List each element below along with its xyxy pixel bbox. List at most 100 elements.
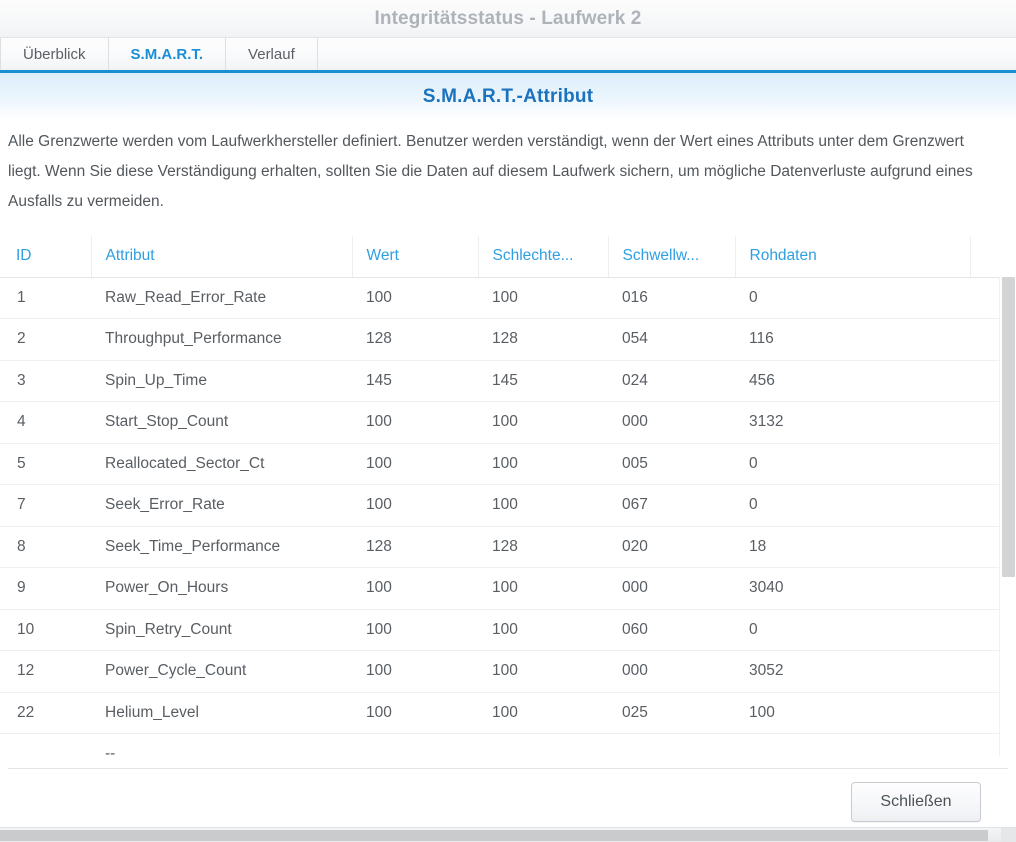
cell-id: 2 bbox=[0, 318, 91, 361]
smart-attribute-table: ID Attribut Wert Schlechte... Schwellw..… bbox=[0, 236, 1016, 756]
table-row[interactable]: 4 Start_Stop_Count 100 100 000 3132 bbox=[0, 401, 1016, 444]
table-row[interactable]: 7 Seek_Error_Rate 100 100 067 0 bbox=[0, 484, 1016, 527]
tab-bar-filler bbox=[318, 38, 1016, 70]
tab-uberblick-label: Überblick bbox=[23, 45, 86, 63]
tab-bar: Überblick S.M.A.R.T. Verlauf bbox=[0, 37, 1016, 70]
cell-schwellwert: 024 bbox=[608, 360, 735, 402]
cell-schwellwert: 060 bbox=[608, 609, 735, 651]
cell-schwellwert: 000 bbox=[608, 567, 735, 610]
cell-schwellwert: 067 bbox=[608, 484, 735, 527]
cell-schlechtester: 100 bbox=[478, 567, 608, 610]
cell-rohdaten: 0 bbox=[735, 443, 970, 485]
cell-wert: 100 bbox=[352, 609, 478, 651]
section-heading-band: S.M.A.R.T.-Attribut bbox=[0, 73, 1016, 121]
table-row[interactable]: 5 Reallocated_Sector_Ct 100 100 005 0 bbox=[0, 443, 1016, 485]
table-row[interactable]: 10 Spin_Retry_Count 100 100 060 0 bbox=[0, 609, 1016, 651]
cell-attribut: Spin_Retry_Count bbox=[91, 609, 352, 651]
cell-schwellwert: 025 bbox=[608, 692, 735, 734]
cell-schwellwert: 000 bbox=[608, 650, 735, 693]
column-header-wert[interactable]: Wert bbox=[352, 236, 479, 278]
page-horizontal-scrollbar-thumb[interactable] bbox=[0, 830, 988, 841]
cell-schwellwert: 054 bbox=[608, 318, 735, 361]
cell-rohdaten: 18 bbox=[735, 526, 970, 568]
cell-wert: 100 bbox=[352, 277, 478, 319]
table-row[interactable]: 12 Power_Cycle_Count 100 100 000 3052 bbox=[0, 650, 1016, 693]
table-row[interactable]: 1 Raw_Read_Error_Rate 100 100 016 0 bbox=[0, 277, 1016, 319]
cell-wert: 128 bbox=[352, 318, 478, 361]
cell-schlechtester bbox=[478, 733, 608, 756]
cell-schwellwert bbox=[608, 733, 735, 756]
cell-rohdaten: 0 bbox=[735, 277, 970, 319]
cell-id bbox=[0, 733, 91, 756]
cell-schlechtester: 100 bbox=[478, 609, 608, 651]
window-titlebar: Integritätsstatus - Laufwerk 2 bbox=[0, 0, 1016, 37]
cell-rohdaten: 0 bbox=[735, 484, 970, 527]
cell-attribut: Start_Stop_Count bbox=[91, 401, 352, 444]
cell-attribut: Reallocated_Sector_Ct bbox=[91, 443, 352, 485]
cell-schwellwert: 000 bbox=[608, 401, 735, 444]
cell-wert: 100 bbox=[352, 401, 478, 444]
cell-schlechtester: 145 bbox=[478, 360, 608, 402]
table-row[interactable]: 9 Power_On_Hours 100 100 000 3040 bbox=[0, 567, 1016, 610]
cell-wert: 128 bbox=[352, 526, 478, 568]
cell-id: 3 bbox=[0, 360, 91, 402]
table-scrollbar-thumb[interactable] bbox=[1002, 277, 1015, 577]
table-row[interactable]: 2 Throughput_Performance 128 128 054 116 bbox=[0, 318, 1016, 361]
cell-schlechtester: 100 bbox=[478, 692, 608, 734]
cell-rohdaten bbox=[735, 733, 970, 756]
cell-schwellwert: 016 bbox=[608, 277, 735, 319]
cell-rohdaten: 116 bbox=[735, 318, 970, 361]
cell-rohdaten: 0 bbox=[735, 609, 970, 651]
column-header-schwellwert[interactable]: Schwellw... bbox=[608, 236, 736, 278]
scrollbar-corner bbox=[1001, 828, 1016, 842]
column-header-attribut[interactable]: Attribut bbox=[91, 236, 353, 278]
tab-smart[interactable]: S.M.A.R.T. bbox=[109, 38, 227, 70]
column-header-spacer[interactable] bbox=[970, 236, 1016, 278]
cell-attribut: Seek_Time_Performance bbox=[91, 526, 352, 568]
cell-wert: 100 bbox=[352, 484, 478, 527]
cell-schlechtester: 128 bbox=[478, 526, 608, 568]
page-horizontal-scrollbar[interactable] bbox=[0, 827, 1016, 842]
cell-schwellwert: 005 bbox=[608, 443, 735, 485]
dialog-footer: Schließen bbox=[0, 769, 1016, 833]
cell-id: 1 bbox=[0, 277, 91, 319]
page-title: S.M.A.R.T.-Attribut bbox=[422, 86, 594, 107]
close-button[interactable]: Schließen bbox=[851, 782, 981, 822]
cell-rohdaten: 3132 bbox=[735, 401, 970, 444]
table-row[interactable]: 22 Helium_Level 100 100 025 100 bbox=[0, 692, 1016, 734]
table-body: 1 Raw_Read_Error_Rate 100 100 016 0 2 Throughpu… bbox=[0, 277, 1016, 756]
cell-id: 5 bbox=[0, 443, 91, 485]
cell-wert: 100 bbox=[352, 443, 478, 485]
cell-wert: 100 bbox=[352, 650, 478, 693]
cell-rohdaten: 3040 bbox=[735, 567, 970, 610]
column-header-id[interactable]: ID bbox=[0, 236, 92, 278]
cell-attribut: Power_On_Hours bbox=[91, 567, 352, 610]
tab-verlauf[interactable]: Verlauf bbox=[226, 38, 318, 70]
cell-attribut: Helium_Level bbox=[91, 692, 352, 734]
cell-rohdaten: 100 bbox=[735, 692, 970, 734]
column-header-schlechtester[interactable]: Schlechte... bbox=[478, 236, 609, 278]
smart-attribute-table-container: ID Attribut Wert Schlechte... Schwellw..… bbox=[0, 236, 1016, 756]
table-row[interactable]: 3 Spin_Up_Time 145 145 024 456 bbox=[0, 360, 1016, 402]
section-description: Alle Grenzwerte werden vom Laufwerkherst… bbox=[8, 133, 973, 210]
table-header: ID Attribut Wert Schlechte... Schwellw..… bbox=[0, 236, 1016, 278]
table-vertical-scrollbar[interactable] bbox=[999, 277, 1016, 756]
cell-id: 9 bbox=[0, 567, 91, 610]
table-header-row: ID Attribut Wert Schlechte... Schwellw..… bbox=[0, 236, 1016, 278]
tab-smart-label: S.M.A.R.T. bbox=[130, 45, 204, 63]
cell-schlechtester: 100 bbox=[478, 484, 608, 527]
table-row[interactable]: 8 Seek_Time_Performance 128 128 020 18 bbox=[0, 526, 1016, 568]
cell-wert: 145 bbox=[352, 360, 478, 402]
dialog-window: Integritätsstatus - Laufwerk 2 Überblick… bbox=[0, 0, 1016, 842]
cell-attribut: -- bbox=[91, 733, 352, 756]
cell-id: 7 bbox=[0, 484, 91, 527]
cell-schlechtester: 100 bbox=[478, 443, 608, 485]
cell-id: 4 bbox=[0, 401, 91, 444]
table-row-partial[interactable]: -- bbox=[0, 733, 1016, 756]
cell-attribut: Throughput_Performance bbox=[91, 318, 352, 361]
cell-rohdaten: 456 bbox=[735, 360, 970, 402]
cell-schlechtester: 100 bbox=[478, 277, 608, 319]
tab-uberblick[interactable]: Überblick bbox=[0, 38, 109, 70]
column-header-rohdaten[interactable]: Rohdaten bbox=[735, 236, 971, 278]
cell-wert: 100 bbox=[352, 692, 478, 734]
